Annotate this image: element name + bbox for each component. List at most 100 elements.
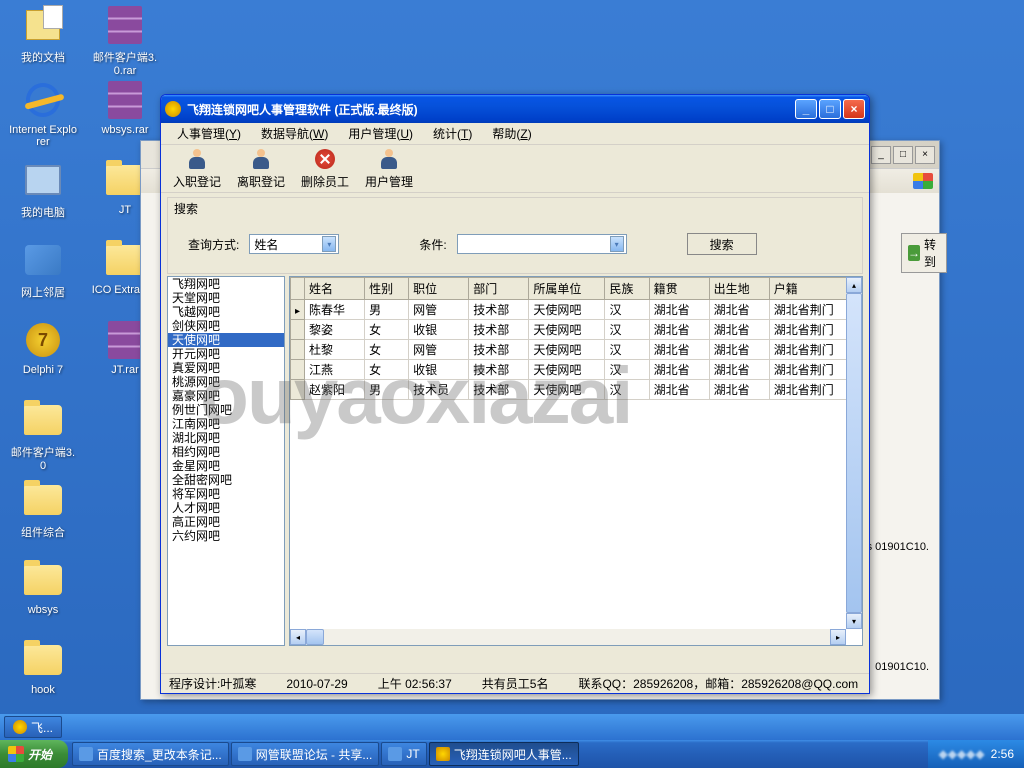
sidebar-item[interactable]: 六约网吧: [168, 529, 284, 543]
table-row[interactable]: 杜黎女网管技术部天使网吧汉湖北省湖北省湖北省荆门: [291, 340, 862, 360]
grid-cell[interactable]: 湖北省: [709, 300, 769, 320]
grid-cell[interactable]: 天使网吧: [529, 340, 605, 360]
sidebar-item[interactable]: 开元网吧: [168, 347, 284, 361]
toolbar-button[interactable]: 删除员工: [297, 145, 353, 192]
grid-cell[interactable]: 技术员: [409, 380, 469, 400]
grid-cell[interactable]: 湖北省: [709, 340, 769, 360]
menu-item[interactable]: 数据导航(W): [251, 123, 338, 144]
search-condition-input[interactable]: ▾: [457, 234, 627, 254]
desktop-icon[interactable]: hook: [8, 640, 78, 696]
menu-item[interactable]: 人事管理(Y): [167, 123, 251, 144]
grid-cell[interactable]: 技术部: [469, 380, 529, 400]
go-button[interactable]: → 转到: [901, 233, 947, 273]
desktop-icon[interactable]: 7Delphi 7: [8, 320, 78, 376]
taskbar-item[interactable]: JT: [381, 742, 426, 766]
grid-cell[interactable]: 湖北省: [649, 360, 709, 380]
sidebar-item[interactable]: 天堂网吧: [168, 291, 284, 305]
desktop-icon[interactable]: 我的文档: [8, 5, 78, 65]
vertical-scrollbar[interactable]: ▴ ▾: [846, 277, 862, 629]
sidebar-item[interactable]: 剑侠网吧: [168, 319, 284, 333]
grid-header-cell[interactable]: 民族: [605, 278, 649, 300]
scroll-thumb[interactable]: [306, 629, 324, 645]
grid-cell[interactable]: 江燕: [305, 360, 365, 380]
bg-close-button[interactable]: ×: [915, 146, 935, 164]
taskbar-item[interactable]: 网管联盟论坛 - 共享...: [231, 742, 380, 766]
sidebar-item[interactable]: 全甜密网吧: [168, 473, 284, 487]
scroll-thumb[interactable]: [846, 293, 862, 613]
desktop-icon[interactable]: 组件综合: [8, 480, 78, 540]
grid-cell[interactable]: 网管: [409, 340, 469, 360]
grid-header-cell[interactable]: [291, 278, 305, 300]
grid-header-cell[interactable]: 籍贯: [649, 278, 709, 300]
grid-header-cell[interactable]: 职位: [409, 278, 469, 300]
menu-item[interactable]: 帮助(Z): [482, 123, 541, 144]
grid-cell[interactable]: 湖北省: [649, 380, 709, 400]
grid-cell[interactable]: 湖北省: [709, 380, 769, 400]
desktop-icon[interactable]: 邮件客户端3.0.rar: [90, 5, 160, 77]
grid-header-cell[interactable]: 性别: [365, 278, 409, 300]
grid-header-cell[interactable]: 部门: [469, 278, 529, 300]
bg-minimize-button[interactable]: _: [871, 146, 891, 164]
grid-cell[interactable]: 湖北省: [709, 320, 769, 340]
table-row[interactable]: 黎姿女收银技术部天使网吧汉湖北省湖北省湖北省荆门: [291, 320, 862, 340]
toolbar-button[interactable]: 用户管理: [361, 145, 417, 192]
desktop-icon[interactable]: 网上邻居: [8, 240, 78, 300]
grid-cell[interactable]: 汉: [605, 320, 649, 340]
close-button[interactable]: ×: [843, 99, 865, 119]
grid-cell[interactable]: 赵紫阳: [305, 380, 365, 400]
taskbar-item[interactable]: 飞翔连锁网吧人事管...: [429, 742, 579, 766]
grid-cell[interactable]: 汉: [605, 360, 649, 380]
grid-cell[interactable]: 湖北省: [709, 360, 769, 380]
scroll-left-button[interactable]: ◂: [290, 629, 306, 645]
grid-cell[interactable]: 女: [365, 340, 409, 360]
grid-cell[interactable]: 收银: [409, 320, 469, 340]
scroll-right-button[interactable]: ▸: [830, 629, 846, 645]
menu-item[interactable]: 用户管理(U): [338, 123, 423, 144]
grid-cell[interactable]: 天使网吧: [529, 380, 605, 400]
grid-cell[interactable]: 男: [365, 380, 409, 400]
grid-cell[interactable]: 湖北省: [649, 340, 709, 360]
sidebar-item[interactable]: 飞翔网吧: [168, 277, 284, 291]
taskbar-top-item[interactable]: 飞...: [4, 716, 62, 738]
search-method-select[interactable]: 姓名 ▾: [249, 234, 339, 254]
sidebar-item[interactable]: 天使网吧: [168, 333, 284, 347]
maximize-button[interactable]: □: [819, 99, 841, 119]
table-row[interactable]: 江燕女收银技术部天使网吧汉湖北省湖北省湖北省荆门: [291, 360, 862, 380]
grid-cell[interactable]: 女: [365, 320, 409, 340]
grid-cell[interactable]: 技术部: [469, 300, 529, 320]
grid-cell[interactable]: 黎姿: [305, 320, 365, 340]
sidebar-item[interactable]: 真爱网吧: [168, 361, 284, 375]
sidebar-item[interactable]: 桃源网吧: [168, 375, 284, 389]
scroll-up-button[interactable]: ▴: [846, 277, 862, 293]
desktop-icon[interactable]: 我的电脑: [8, 160, 78, 220]
bg-maximize-button[interactable]: □: [893, 146, 913, 164]
branch-list[interactable]: 飞翔网吧天堂网吧飞越网吧剑侠网吧天使网吧开元网吧真爱网吧桃源网吧嘉豪网吧例世门网…: [167, 276, 285, 646]
desktop-icon[interactable]: wbsys.rar: [90, 80, 160, 136]
sidebar-item[interactable]: 江南网吧: [168, 417, 284, 431]
grid-cell[interactable]: 汉: [605, 340, 649, 360]
grid-cell[interactable]: 湖北省: [649, 300, 709, 320]
grid-cell[interactable]: 技术部: [469, 340, 529, 360]
grid-cell[interactable]: 汉: [605, 300, 649, 320]
search-button[interactable]: 搜索: [687, 233, 757, 255]
sidebar-item[interactable]: 飞越网吧: [168, 305, 284, 319]
table-row[interactable]: 赵紫阳男技术员技术部天使网吧汉湖北省湖北省湖北省荆门: [291, 380, 862, 400]
menu-item[interactable]: 统计(T): [423, 123, 482, 144]
grid-cell[interactable]: 男: [365, 300, 409, 320]
scroll-track[interactable]: [846, 293, 862, 613]
grid-cell[interactable]: 汉: [605, 380, 649, 400]
horizontal-scrollbar[interactable]: ◂ ▸: [290, 629, 846, 645]
desktop-icon[interactable]: Internet Explorer: [8, 80, 78, 148]
sidebar-item[interactable]: 相约网吧: [168, 445, 284, 459]
grid-header-cell[interactable]: 姓名: [305, 278, 365, 300]
grid-cell[interactable]: 技术部: [469, 320, 529, 340]
titlebar[interactable]: 飞翔连锁网吧人事管理软件 (正式版.最终版) _ □ ×: [161, 95, 869, 123]
toolbar-button[interactable]: 入职登记: [169, 145, 225, 192]
table-row[interactable]: ▸陈春华男网管技术部天使网吧汉湖北省湖北省湖北省荆门: [291, 300, 862, 320]
grid-cell[interactable]: 女: [365, 360, 409, 380]
sidebar-item[interactable]: 将军网吧: [168, 487, 284, 501]
start-button[interactable]: 开始: [0, 740, 68, 768]
system-tray[interactable]: ◆◆◆◆◆ 2:56: [928, 740, 1024, 768]
grid-cell[interactable]: 网管: [409, 300, 469, 320]
taskbar-item[interactable]: 百度搜索_更改本条记...: [72, 742, 229, 766]
